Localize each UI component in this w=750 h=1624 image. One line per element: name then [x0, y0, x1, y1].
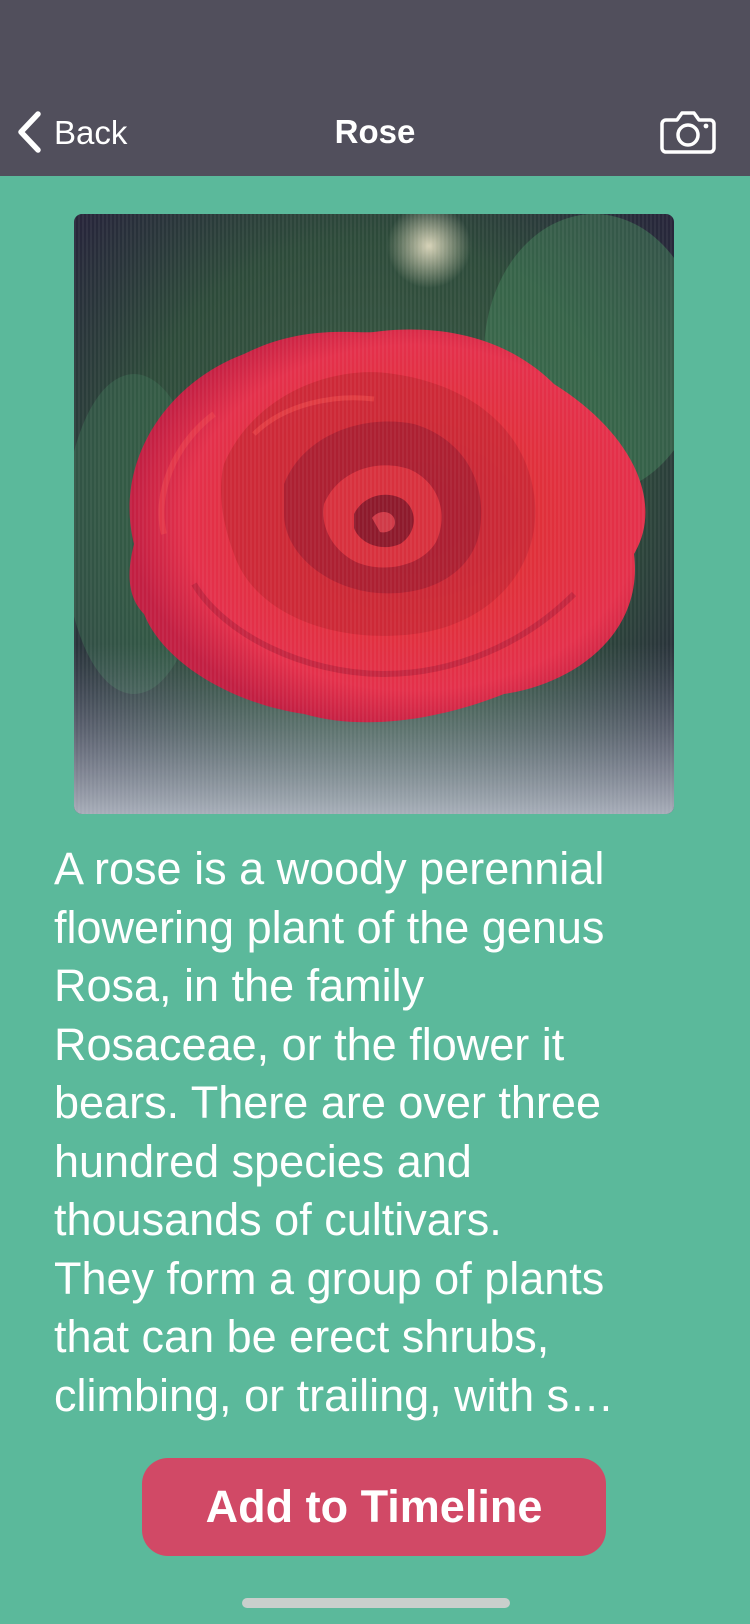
camera-icon	[660, 111, 716, 154]
camera-button[interactable]	[660, 108, 716, 156]
page-title: Rose	[334, 113, 416, 150]
plant-description: A rose is a woody perennial flowering pl…	[54, 843, 615, 1421]
home-indicator[interactable]	[242, 1598, 510, 1608]
add-to-timeline-button[interactable]: Add to Timeline	[142, 1458, 606, 1556]
navigation-bar: Back Rose	[0, 0, 750, 176]
plant-photo	[74, 214, 674, 814]
